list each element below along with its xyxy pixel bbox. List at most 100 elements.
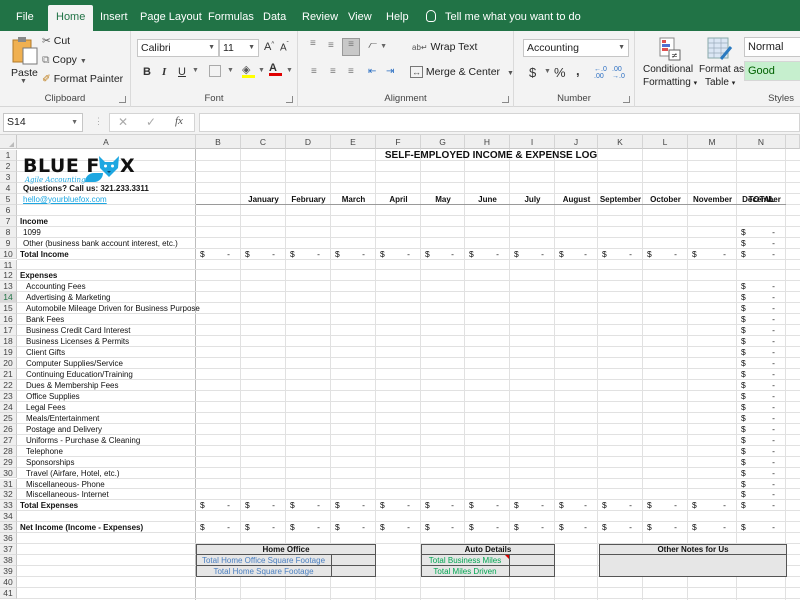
month-total-cell[interactable]: $ -: [421, 500, 465, 511]
paste-dropdown-icon[interactable]: ▼: [20, 78, 27, 85]
month-total-cell[interactable]: $ -: [196, 249, 241, 260]
month-total-cell[interactable]: $ -: [465, 500, 510, 511]
row-header-7[interactable]: 7: [0, 215, 17, 227]
row-header-15[interactable]: 15: [0, 303, 17, 315]
tab-data[interactable]: Data: [255, 0, 294, 31]
align-left-icon[interactable]: ≡: [311, 66, 317, 77]
decrease-font-size-icon[interactable]: Aˇ: [280, 42, 289, 53]
month-total-cell[interactable]: $ -: [286, 500, 331, 511]
month-total-cell[interactable]: $ -: [598, 522, 643, 533]
auto-details-value-input[interactable]: [510, 567, 554, 576]
tab-view[interactable]: View: [340, 0, 380, 31]
alignment-launcher-icon[interactable]: [502, 96, 509, 103]
total-value-cell[interactable]: $ -: [737, 500, 786, 511]
percent-button[interactable]: %: [554, 65, 566, 80]
column-header-c[interactable]: C: [241, 135, 286, 149]
row-header-19[interactable]: 19: [0, 347, 17, 359]
month-total-cell[interactable]: $ -: [376, 522, 421, 533]
cut-button[interactable]: ✂ Cut: [42, 35, 70, 47]
tab-help[interactable]: Help: [378, 0, 417, 31]
style-good[interactable]: Good: [744, 61, 800, 81]
font-color-button[interactable]: A: [269, 62, 282, 76]
row-header-31[interactable]: 31: [0, 478, 17, 490]
row-header-23[interactable]: 23: [0, 390, 17, 402]
row-header-41[interactable]: 41: [0, 588, 17, 599]
row-header-1[interactable]: 1: [0, 150, 17, 161]
row-total-cell[interactable]: $ -: [737, 238, 786, 249]
row-header-13[interactable]: 13: [0, 281, 17, 293]
format-as-table-button[interactable]: Format as Table ▾: [699, 35, 744, 90]
row-header-14[interactable]: 14: [0, 292, 17, 304]
month-total-cell[interactable]: $ -: [598, 249, 643, 260]
month-total-cell[interactable]: $ -: [241, 500, 286, 511]
row-header-25[interactable]: 25: [0, 412, 17, 424]
month-total-cell[interactable]: $ -: [555, 249, 598, 260]
bold-button[interactable]: B: [143, 66, 151, 78]
row-header-10[interactable]: 10: [0, 248, 17, 260]
select-all-corner[interactable]: [0, 135, 17, 149]
month-total-cell[interactable]: $ -: [376, 249, 421, 260]
orientation-icon[interactable]: ⦧ ▼: [368, 39, 387, 52]
enter-checkmark-icon[interactable]: ✓: [146, 115, 156, 129]
row-header-32[interactable]: 32: [0, 489, 17, 501]
row-total-cell[interactable]: $ -: [737, 303, 786, 314]
row-header-12[interactable]: 12: [0, 270, 17, 282]
wrap-text-button[interactable]: ab↵ Wrap Text: [412, 41, 477, 53]
tab-file[interactable]: File: [8, 0, 42, 31]
month-total-cell[interactable]: $ -: [331, 249, 376, 260]
tab-formulas[interactable]: Formulas: [200, 0, 262, 31]
cancel-icon[interactable]: ✕: [118, 115, 128, 129]
month-total-cell[interactable]: $ -: [196, 522, 241, 533]
align-middle-icon[interactable]: ≡: [328, 40, 334, 51]
copy-button[interactable]: ⧉ Copy ▼: [42, 54, 87, 67]
row-header-34[interactable]: 34: [0, 511, 17, 523]
formula-input[interactable]: [199, 113, 800, 132]
column-header-j[interactable]: J: [555, 135, 598, 149]
column-header-h[interactable]: H: [465, 135, 510, 149]
month-total-cell[interactable]: $ -: [465, 249, 510, 260]
decrease-decimal-icon[interactable]: .00 →.0: [612, 66, 625, 80]
row-header-37[interactable]: 37: [0, 544, 17, 556]
row-total-cell[interactable]: $ -: [737, 292, 786, 303]
home-office-value-input[interactable]: [332, 567, 375, 576]
row-total-cell[interactable]: $ -: [737, 227, 786, 238]
insert-function-icon[interactable]: fx: [175, 115, 183, 127]
clipboard-launcher-icon[interactable]: [119, 96, 126, 103]
month-total-cell[interactable]: $ -: [598, 500, 643, 511]
align-right-icon[interactable]: ≡: [348, 66, 354, 77]
column-header-k[interactable]: K: [598, 135, 643, 149]
row-total-cell[interactable]: $ -: [737, 435, 786, 446]
font-size-select[interactable]: 11 ▼: [219, 39, 259, 57]
month-total-cell[interactable]: $ -: [241, 249, 286, 260]
tab-review[interactable]: Review: [294, 0, 346, 31]
column-header-m[interactable]: M: [688, 135, 737, 149]
month-total-cell[interactable]: $ -: [643, 500, 688, 511]
row-header-22[interactable]: 22: [0, 379, 17, 391]
comment-indicator-icon[interactable]: [505, 555, 509, 560]
underline-dropdown-icon[interactable]: ▼: [192, 67, 199, 74]
column-header-g[interactable]: G: [421, 135, 465, 149]
row-header-2[interactable]: 2: [0, 160, 17, 172]
column-header-i[interactable]: I: [510, 135, 555, 149]
row-header-20[interactable]: 20: [0, 358, 17, 369]
row-total-cell[interactable]: $ -: [737, 402, 786, 413]
month-total-cell[interactable]: $ -: [510, 249, 555, 260]
italic-button[interactable]: I: [162, 66, 166, 78]
row-total-cell[interactable]: $ -: [737, 281, 786, 292]
font-color-dropdown-icon[interactable]: ▼: [286, 67, 293, 74]
row-header-38[interactable]: 38: [0, 555, 17, 567]
month-total-cell[interactable]: $ -: [196, 500, 241, 511]
row-total-cell[interactable]: $ -: [737, 358, 786, 369]
row-header-39[interactable]: 39: [0, 566, 17, 578]
row-total-cell[interactable]: $ -: [737, 369, 786, 380]
row-header-3[interactable]: 3: [0, 171, 17, 183]
email-link[interactable]: hello@yourbluefox.com: [23, 195, 107, 205]
font-launcher-icon[interactable]: [286, 96, 293, 103]
row-header-40[interactable]: 40: [0, 577, 17, 588]
row-header-17[interactable]: 17: [0, 325, 17, 337]
row-header-21[interactable]: 21: [0, 369, 17, 380]
row-header-36[interactable]: 36: [0, 533, 17, 545]
row-total-cell[interactable]: $ -: [737, 413, 786, 424]
row-header-4[interactable]: 4: [0, 182, 17, 194]
format-painter-button[interactable]: ✐ Format Painter: [42, 73, 123, 85]
